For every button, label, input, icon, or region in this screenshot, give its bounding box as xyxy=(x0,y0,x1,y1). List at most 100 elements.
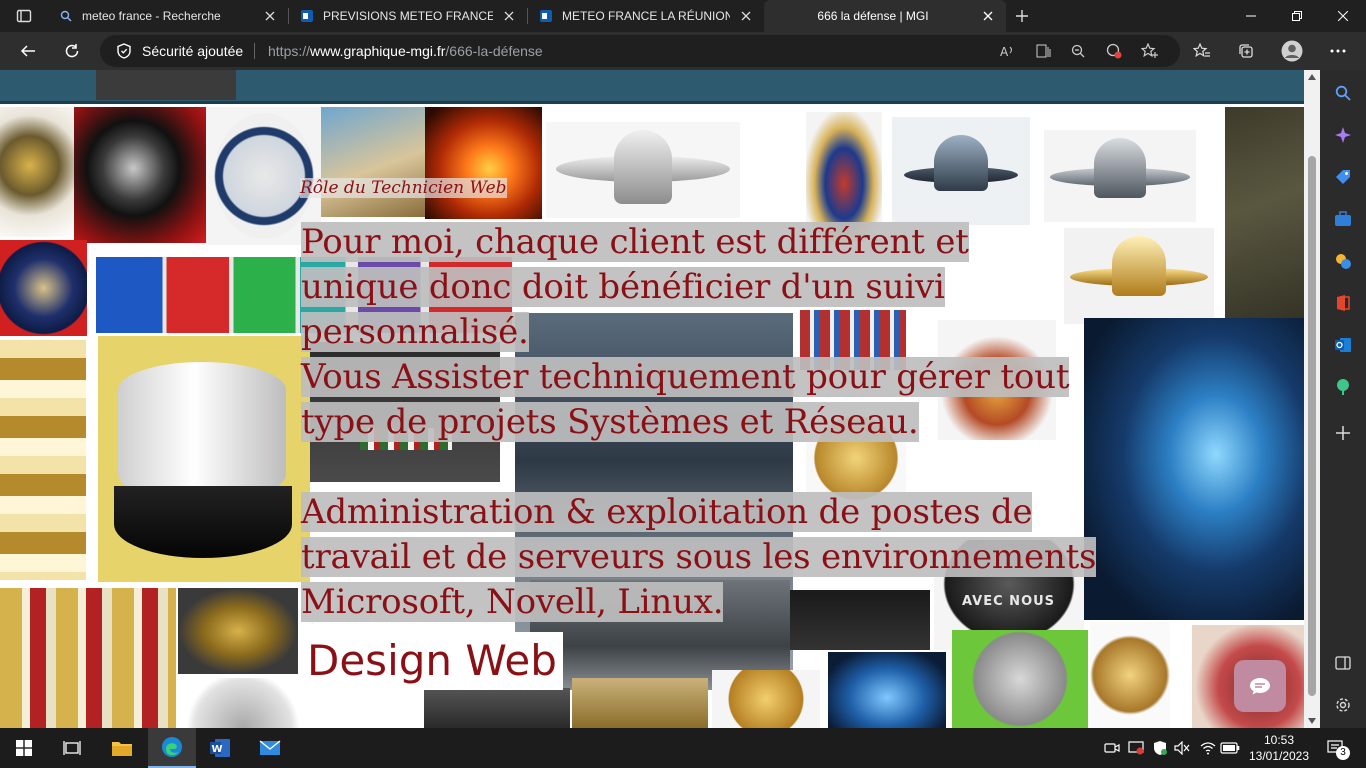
paragraph-1-text: Pour moi, chaque client est différent et… xyxy=(301,222,969,352)
games-icon[interactable] xyxy=(1332,250,1354,272)
insignia-image xyxy=(321,107,425,217)
camera-icon[interactable] xyxy=(1102,738,1122,758)
para-wings-image xyxy=(892,117,1030,225)
ice-dragon-image xyxy=(828,652,946,728)
defender-status-icon[interactable] xyxy=(1126,738,1146,758)
tab-666-la-defense[interactable]: 666 la défense | MGI xyxy=(764,0,1006,32)
battery-icon[interactable] xyxy=(1220,738,1240,758)
svg-text:W: W xyxy=(212,744,223,755)
badges-stack-image xyxy=(0,340,86,580)
role-label: Rôle du Technicien Web xyxy=(300,178,507,198)
system-clock[interactable]: 10:53 13/01/2023 xyxy=(1246,732,1312,764)
split-screen-icon[interactable] xyxy=(1332,652,1354,674)
settings-more-icon[interactable] xyxy=(1324,37,1352,65)
outlook-icon xyxy=(299,8,315,24)
tab-meteo-search[interactable]: meteo france - Recherche xyxy=(48,0,288,32)
mail-icon[interactable] xyxy=(246,728,294,768)
site-banner xyxy=(0,70,1304,104)
word-icon[interactable]: W xyxy=(196,728,244,768)
para-badge-image xyxy=(178,588,298,674)
outlook-icon xyxy=(538,8,554,24)
refresh-icon[interactable] xyxy=(58,37,86,65)
url-domain: www.graphique-mgi.fr xyxy=(310,43,446,59)
notification-center-icon[interactable]: 3 xyxy=(1322,736,1350,760)
gold-badge-image xyxy=(572,678,708,728)
close-tab-icon[interactable] xyxy=(738,8,754,24)
gold-badge-image xyxy=(712,670,820,728)
address-bar[interactable]: Sécurité ajoutée https://www.graphique-m… xyxy=(100,35,1180,67)
clock-date: 13/01/2023 xyxy=(1248,749,1310,763)
chat-icon xyxy=(1250,678,1270,695)
edge-browser-icon[interactable] xyxy=(148,728,196,768)
outlook-icon[interactable] xyxy=(1332,334,1354,356)
scroll-up-icon[interactable] xyxy=(1308,74,1316,80)
tab-title: 666 la défense | MGI xyxy=(817,9,929,23)
tab-title: PREVISIONS METEO FRANCE - Site xyxy=(323,9,493,23)
search-icon[interactable] xyxy=(1332,82,1354,104)
start-windows-icon[interactable] xyxy=(0,728,48,768)
wifi-icon[interactable] xyxy=(1198,738,1218,758)
yin-yang-image xyxy=(74,107,206,243)
profile-avatar-icon[interactable] xyxy=(1278,37,1306,65)
tools-briefcase-icon[interactable] xyxy=(1332,208,1354,230)
volume-muted-icon[interactable] xyxy=(1172,738,1192,758)
favorites-icon[interactable] xyxy=(1188,37,1216,65)
url-text[interactable]: https://www.graphique-mgi.fr/666-la-défe… xyxy=(268,43,543,59)
copilot-sparkle-icon[interactable] xyxy=(1332,124,1354,146)
add-favorite-icon[interactable] xyxy=(1140,41,1160,61)
clock-time: 10:53 xyxy=(1263,733,1295,747)
new-tab-icon[interactable] xyxy=(1010,4,1034,28)
shopping-tag-icon[interactable] xyxy=(1332,166,1354,188)
tab-previsions-meteo[interactable]: PREVISIONS METEO FRANCE - Site xyxy=(289,0,527,32)
task-view-icon[interactable] xyxy=(48,728,96,768)
badges-row-image xyxy=(0,588,176,728)
para-wings-image xyxy=(546,122,740,218)
para-wings-image xyxy=(1044,130,1196,222)
page-scrollbar[interactable] xyxy=(1304,70,1320,728)
back-icon[interactable] xyxy=(14,37,42,65)
read-aloud-icon[interactable]: A xyxy=(998,41,1018,61)
paragraph-3-text: Administration & exploitation de postes … xyxy=(301,492,1097,622)
section-heading: Design Web xyxy=(301,632,563,690)
url-prefix: https:// xyxy=(268,43,311,59)
immersive-reader-icon[interactable] xyxy=(1034,41,1054,61)
close-tab-icon[interactable] xyxy=(501,8,517,24)
zoom-out-icon[interactable] xyxy=(1068,41,1088,61)
tab-title: meteo france - Recherche xyxy=(82,9,221,23)
shield-lock-icon[interactable] xyxy=(116,43,132,59)
drop-tree-icon[interactable] xyxy=(1332,376,1354,398)
security-shield-icon[interactable] xyxy=(1150,738,1170,758)
paragraph-1: Pour moi, chaque client est différent et… xyxy=(301,220,1081,355)
para-badge-image xyxy=(952,630,1088,728)
kepi-image xyxy=(98,336,310,582)
close-window-icon[interactable] xyxy=(1320,0,1366,32)
minimize-icon[interactable] xyxy=(1228,0,1274,32)
divider xyxy=(254,43,255,59)
chat-button[interactable] xyxy=(1234,660,1286,712)
office-icon[interactable] xyxy=(1332,292,1354,314)
tracking-prevention-icon[interactable] xyxy=(1104,41,1124,61)
file-explorer-icon[interactable] xyxy=(98,728,146,768)
paragraph-3: Administration & exploitation de postes … xyxy=(301,490,1137,625)
scroll-down-icon[interactable] xyxy=(1308,718,1316,724)
patch-image xyxy=(1225,107,1304,352)
url-path: /666-la-défense xyxy=(445,43,543,59)
paragraph-2-text: Vous Assister techniquement pour gérer t… xyxy=(301,357,1070,442)
gold-badge-image xyxy=(1090,622,1170,728)
add-sidebar-app-icon[interactable] xyxy=(1332,422,1354,444)
sidebar-settings-icon[interactable] xyxy=(1332,694,1354,716)
close-tab-icon[interactable] xyxy=(980,8,996,24)
security-label[interactable]: Sécurité ajoutée xyxy=(142,43,243,59)
tab-actions-icon[interactable] xyxy=(8,4,40,28)
windows-taskbar: W 10:53 13/01/2023 3 xyxy=(0,728,1366,768)
badge-image xyxy=(0,107,74,237)
edge-sidebar xyxy=(1320,70,1366,728)
collections-icon[interactable] xyxy=(1232,37,1260,65)
crest-image xyxy=(424,688,570,728)
restore-icon[interactable] xyxy=(1274,0,1320,32)
scroll-thumb[interactable] xyxy=(1308,156,1316,696)
tab-strip: meteo france - Recherche PREVISIONS METE… xyxy=(0,0,1366,32)
close-tab-icon[interactable] xyxy=(262,8,278,24)
tab-meteo-reunion[interactable]: METEO FRANCE LA RÉUNION par xyxy=(528,0,764,32)
para-wings-image xyxy=(1064,228,1214,324)
